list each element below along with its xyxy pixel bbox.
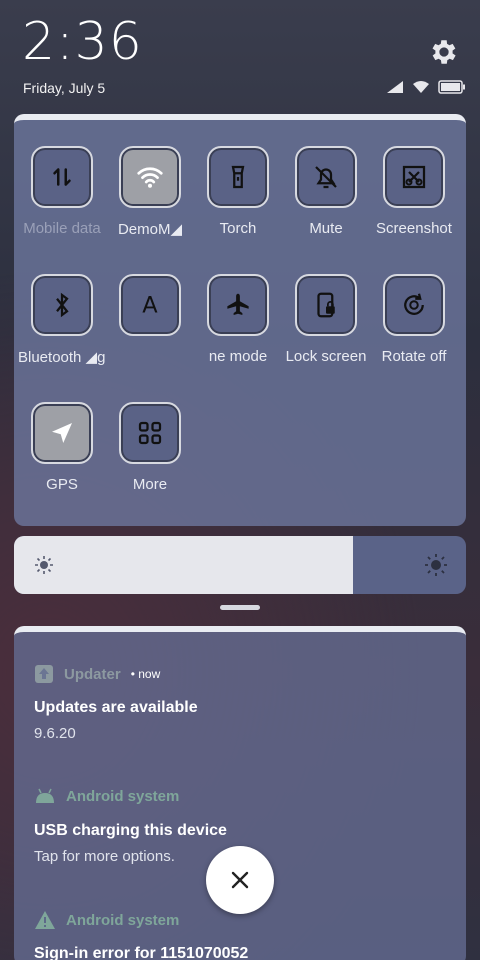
bluetooth-icon[interactable] (31, 274, 93, 336)
notification-title[interactable]: USB charging this device (34, 822, 227, 840)
tile-label: Bluetooth ◢ghtness (18, 349, 106, 366)
tile-wifi[interactable]: DemoM◢ (106, 146, 194, 238)
rotate-icon[interactable] (383, 274, 445, 336)
tile-label: More (132, 476, 168, 493)
notification-app-android-system: Android system (34, 910, 179, 930)
updater-icon (35, 665, 53, 683)
notification-app-name: Updater (64, 665, 121, 683)
signal-icon (387, 81, 403, 93)
drag-handle[interactable] (220, 605, 260, 610)
settings-gear-icon[interactable] (428, 36, 460, 68)
tile-more-grid[interactable]: More (106, 402, 194, 493)
brightness-fill (14, 536, 353, 594)
tile-bluetooth[interactable]: Bluetooth ◢ghtness (18, 274, 106, 366)
tile-mobile-data[interactable]: Mobile data (18, 146, 106, 237)
notification-app-name: Android system (66, 787, 180, 805)
tile-label: Screenshot (376, 220, 452, 237)
tile-torch[interactable]: Torch (194, 146, 282, 237)
tile-bell-off[interactable]: Mute (282, 146, 370, 237)
brightness-high-icon (425, 554, 447, 576)
screenshot-icon[interactable] (383, 146, 445, 208)
tile-airplane[interactable]: ne mode (194, 274, 282, 365)
tile-label: Lock screen (285, 348, 367, 365)
tile-label: DemoM◢ (117, 221, 183, 238)
notification-text: 9.6.20 (34, 725, 76, 742)
tile-label: Mobile data (23, 220, 101, 237)
svg-text:A: A (142, 293, 158, 319)
date: Friday, July 5 (23, 80, 106, 96)
warning-icon (35, 911, 55, 929)
wifi-icon[interactable] (119, 146, 181, 208)
tile-label: GPS (46, 476, 78, 493)
notification-time: • now (130, 667, 161, 681)
tile-label: Mute (309, 220, 343, 237)
torch-icon[interactable] (207, 146, 269, 208)
tile-gps[interactable]: GPS (18, 402, 106, 493)
notification-title[interactable]: Updates are available (34, 699, 198, 717)
tile-lock-screen[interactable]: Lock screen (282, 274, 370, 365)
tile-label: ne mode (208, 348, 268, 365)
status-icons (386, 80, 466, 94)
wifi-status-icon (413, 81, 429, 93)
tile-label: Torch (219, 220, 257, 237)
clock: 2:36 (22, 12, 143, 72)
android-icon (36, 788, 54, 803)
more-grid-icon[interactable] (119, 402, 181, 464)
auto-brightness-icon[interactable]: A (119, 274, 181, 336)
quick-settings-panel: Mobile data DemoM◢ Torch Mute Screenshot Blue… (14, 114, 466, 526)
brightness-slider[interactable] (14, 536, 466, 594)
notification-title[interactable]: Sign-in error for 1151070052 (34, 945, 248, 960)
notification-app-android-system: Android system (34, 787, 179, 805)
notification-app-updater: Updater • now (34, 664, 160, 684)
airplane-icon[interactable] (207, 274, 269, 336)
tile-auto-brightness[interactable]: A (106, 274, 194, 348)
gps-icon[interactable] (31, 402, 93, 464)
tile-screenshot[interactable]: Screenshot (370, 146, 458, 237)
bell-off-icon[interactable] (295, 146, 357, 208)
lock-screen-icon[interactable] (295, 274, 357, 336)
close-icon (231, 871, 249, 889)
clear-notifications-button[interactable] (206, 846, 274, 914)
battery-icon (438, 80, 465, 94)
notification-text: Tap for more options. (34, 848, 175, 865)
mobile-data-icon[interactable] (31, 146, 93, 208)
tile-rotate[interactable]: Rotate off (370, 274, 458, 365)
notification-app-name: Android system (66, 911, 180, 929)
brightness-low-icon (35, 556, 53, 574)
tile-label: Rotate off (381, 348, 447, 365)
